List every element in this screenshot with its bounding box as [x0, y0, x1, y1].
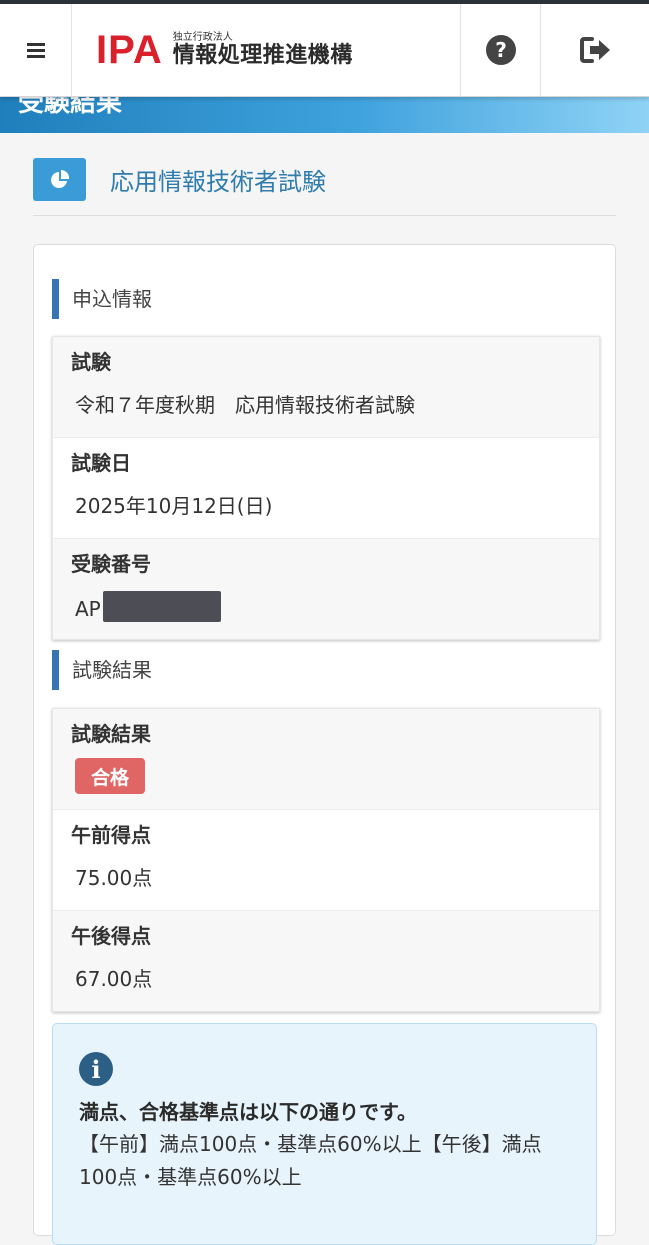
result-label: 試験結果 [71, 722, 151, 746]
pm-score-label: 午後得点 [71, 924, 151, 948]
notice-body: 【午前】満点100点・基準点60%以上【午後】満点100点・基準点60%以上 [79, 1132, 542, 1189]
logo-mark: IPA [96, 28, 163, 72]
date-row: 試験日 2025年10月12日(日) [53, 438, 599, 539]
exam-value: 令和７年度秋期 応用情報技術者試験 [75, 393, 415, 417]
exam-title: 応用情報技術者試験 [110, 168, 326, 196]
exam-icon-box [33, 158, 86, 201]
result-card: 試験結果 合格 午前得点 75.00点 午後得点 67.00点 [52, 708, 600, 1012]
page-title: 受験結果 [18, 96, 123, 118]
result-row: 試験結果 合格 [53, 709, 599, 810]
pm-score-value: 67.00点 [75, 967, 153, 991]
am-score-row: 午前得点 75.00点 [53, 810, 599, 911]
notice-title: 満点、合格基準点は以下の通りです。 [79, 1100, 417, 1124]
page-banner: 受験結果 [0, 96, 649, 133]
section-application: 申込情報 [52, 279, 152, 319]
exam-label: 試験 [71, 350, 111, 374]
result-panel: 申込情報 試験 令和７年度秋期 応用情報技術者試験 試験日 2025年10月12… [33, 244, 616, 1245]
exam-row: 試験 令和７年度秋期 応用情報技術者試験 [53, 337, 599, 438]
date-value: 2025年10月12日(日) [75, 494, 273, 518]
help-button[interactable]: ? [460, 4, 541, 96]
sign-out-icon [579, 37, 610, 63]
top-navbar: IPA 独立行政法人 情報処理推進機構 ? [0, 4, 649, 97]
logo-subtitle: 独立行政法人 [172, 32, 233, 43]
logout-button[interactable] [540, 4, 649, 96]
application-card: 試験 令和７年度秋期 応用情報技術者試験 試験日 2025年10月12日(日) … [52, 336, 600, 640]
am-score-value: 75.00点 [75, 866, 153, 890]
section-result: 試験結果 [52, 650, 152, 690]
pie-chart-icon [50, 169, 69, 188]
info-icon: i [79, 1052, 113, 1086]
ipa-logo: IPA 独立行政法人 情報処理推進機構 [96, 30, 353, 70]
am-score-label: 午前得点 [71, 823, 151, 847]
ipa-logo-link[interactable]: IPA 独立行政法人 情報処理推進機構 [72, 4, 459, 96]
question-circle-icon: ? [486, 35, 516, 65]
number-label: 受験番号 [71, 552, 151, 576]
menu-button[interactable] [0, 4, 72, 96]
pass-badge: 合格 [75, 758, 145, 794]
svg-text:?: ? [495, 38, 507, 62]
number-value: AP [75, 591, 221, 622]
redacted-number [102, 591, 221, 622]
exam-header: 応用情報技術者試験 [33, 158, 616, 216]
hamburger-icon [26, 43, 45, 58]
info-notice: i 満点、合格基準点は以下の通りです。 【午前】満点100点・基準点60%以上【… [52, 1023, 597, 1245]
logo-name: 情報処理推進機構 [172, 43, 353, 68]
pm-score-row: 午後得点 67.00点 [53, 911, 599, 1011]
date-label: 試験日 [71, 451, 131, 475]
number-row: 受験番号 AP [53, 539, 599, 639]
number-prefix: AP [75, 597, 101, 621]
